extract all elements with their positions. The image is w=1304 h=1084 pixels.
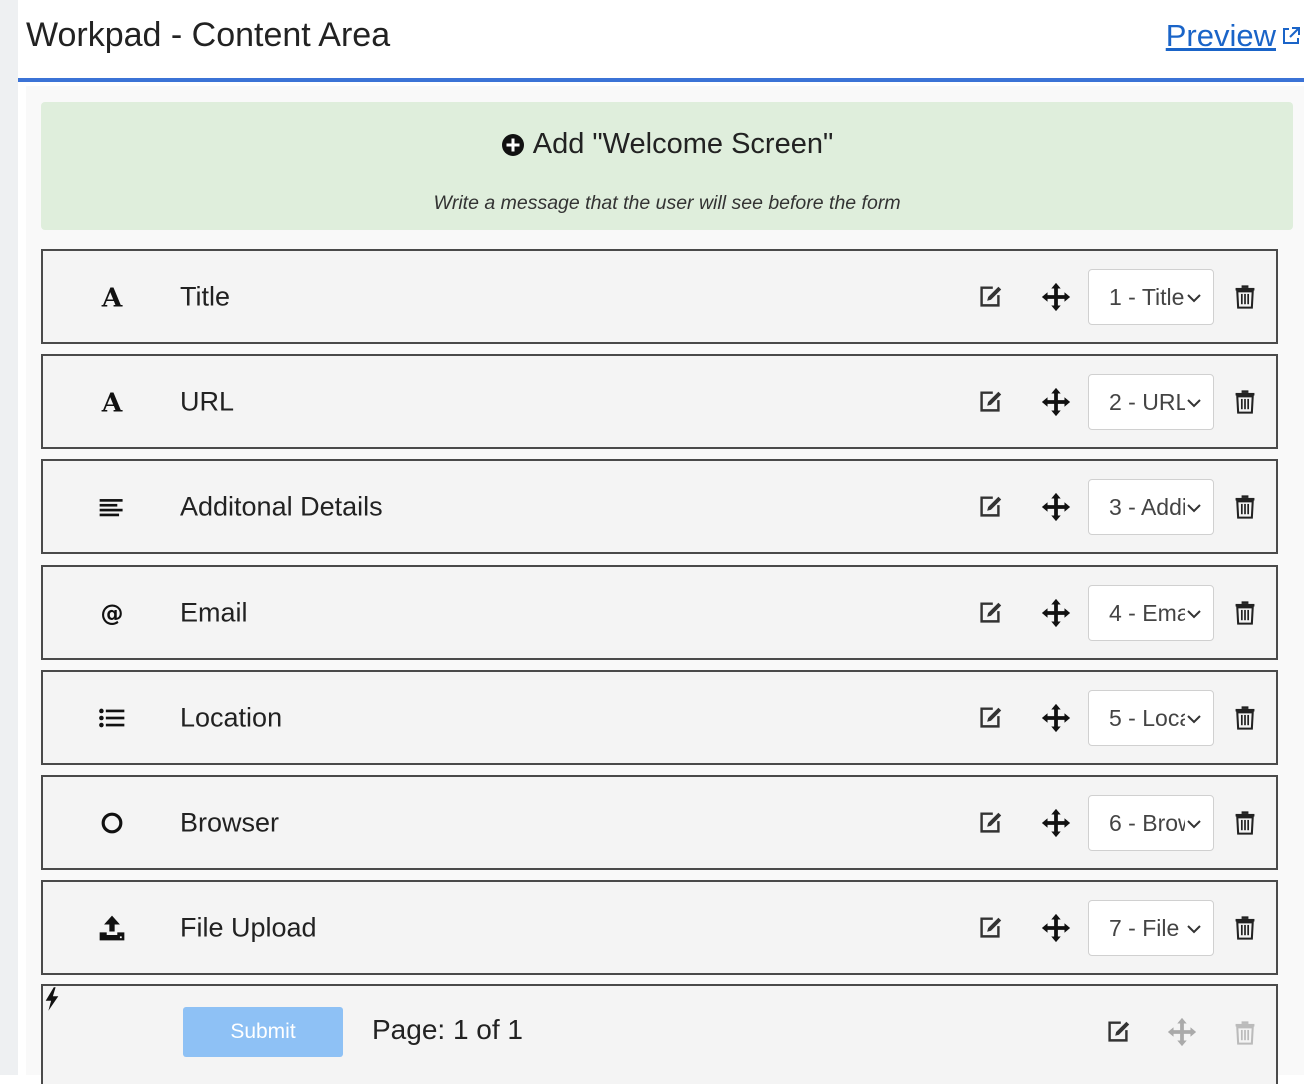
delete-field-icon[interactable] (1231, 598, 1259, 628)
trash-icon (1231, 1017, 1259, 1047)
svg-text:A: A (101, 387, 123, 416)
delete-field-icon[interactable] (1231, 492, 1259, 522)
field-label: File Upload (180, 912, 317, 942)
edit-field-icon[interactable] (975, 598, 1005, 628)
edit-field-icon[interactable] (975, 808, 1005, 838)
drag-handle-icon[interactable] (1039, 280, 1073, 314)
field-order-value: 3 - Additonal Details (1109, 493, 1185, 520)
edit-submit-icon[interactable] (1103, 1017, 1133, 1047)
text-a-icon: A (95, 385, 129, 419)
drag-handle-icon[interactable] (1039, 911, 1073, 945)
svg-text:@: @ (101, 600, 124, 626)
field-label: Browser (180, 807, 280, 837)
delete-field-icon[interactable] (1231, 703, 1259, 733)
drag-handle-icon[interactable] (1039, 490, 1073, 524)
edit-field-icon[interactable] (975, 387, 1005, 417)
field-label: Email (180, 597, 248, 627)
paragraph-lines-icon (95, 490, 129, 524)
edit-field-icon[interactable] (975, 282, 1005, 312)
form-field-row: File Upload 7 - File Upload (41, 880, 1278, 975)
drag-handle-icon[interactable] (1039, 385, 1073, 419)
field-order-select[interactable]: 4 - Email (1088, 584, 1214, 641)
field-label: Additonal Details (180, 491, 383, 521)
field-label: Title (180, 281, 231, 311)
field-order-value: 7 - File Upload (1109, 914, 1185, 941)
welcome-title-text: Add "Welcome Screen" (532, 128, 834, 160)
drag-handle-icon[interactable] (1039, 596, 1073, 630)
submit-row: Submit Page: 1 of 1 (41, 984, 1278, 1084)
field-order-select[interactable]: 5 - Location (1088, 689, 1214, 746)
left-panel-edge (0, 0, 18, 1075)
delete-field-icon[interactable] (1231, 387, 1259, 417)
upload-icon (95, 911, 129, 945)
drag-handle-icon[interactable] (1039, 701, 1073, 735)
radio-circle-icon (95, 806, 129, 840)
drag-handle-icon[interactable] (1039, 806, 1073, 840)
content-area: Add "Welcome Screen" Write a message tha… (26, 86, 1304, 1084)
plus-circle-icon (501, 133, 524, 156)
header: Workpad - Content Area Preview (18, 0, 1304, 82)
form-field-row: A Title 1 - Title (41, 249, 1278, 344)
field-order-select[interactable]: 3 - Additonal Details (1088, 478, 1214, 535)
list-icon (95, 701, 129, 735)
form-field-row: Location 5 - Location (41, 670, 1278, 765)
field-order-select[interactable]: 7 - File Upload (1088, 899, 1214, 956)
delete-field-icon[interactable] (1231, 808, 1259, 838)
svg-text:A: A (101, 282, 123, 311)
form-field-row: @ Email 4 - Email (41, 565, 1278, 660)
field-order-select[interactable]: 6 - Browser (1088, 794, 1214, 851)
page-count: Page: 1 of 1 (372, 1014, 524, 1045)
form-field-row: A URL 2 - URL (41, 354, 1278, 449)
field-label: URL (180, 386, 235, 416)
preview-label: Preview (1165, 18, 1276, 53)
field-order-select[interactable]: 1 - Title (1088, 268, 1214, 325)
field-order-value: 2 - URL (1109, 388, 1185, 415)
lightning-icon (43, 987, 61, 1016)
add-welcome-screen-button[interactable]: Add "Welcome Screen" Write a message tha… (41, 102, 1293, 230)
field-order-select[interactable]: 2 - URL (1088, 373, 1214, 430)
field-order-value: 5 - Location (1109, 704, 1185, 731)
page-title: Workpad - Content Area (26, 16, 391, 54)
at-sign-icon: @ (95, 596, 129, 630)
form-field-row: Additonal Details 3 - Additonal Details (41, 459, 1278, 554)
welcome-title: Add "Welcome Screen" (41, 128, 1293, 161)
field-label: Location (180, 702, 283, 732)
form-field-row: Browser 6 - Browser (41, 775, 1278, 870)
edit-field-icon[interactable] (975, 492, 1005, 522)
external-link-icon (1283, 27, 1300, 44)
preview-link[interactable]: Preview (1166, 18, 1302, 54)
field-order-value: 4 - Email (1109, 599, 1185, 626)
field-order-value: 1 - Title (1109, 283, 1185, 310)
delete-field-icon[interactable] (1231, 282, 1259, 312)
text-a-icon: A (95, 280, 129, 314)
edit-field-icon[interactable] (975, 913, 1005, 943)
edit-field-icon[interactable] (975, 703, 1005, 733)
submit-button[interactable]: Submit (183, 1007, 343, 1057)
move-icon (1165, 1015, 1199, 1049)
field-order-value: 6 - Browser (1109, 809, 1185, 836)
delete-field-icon[interactable] (1231, 913, 1259, 943)
welcome-subtitle: Write a message that the user will see b… (433, 192, 901, 214)
